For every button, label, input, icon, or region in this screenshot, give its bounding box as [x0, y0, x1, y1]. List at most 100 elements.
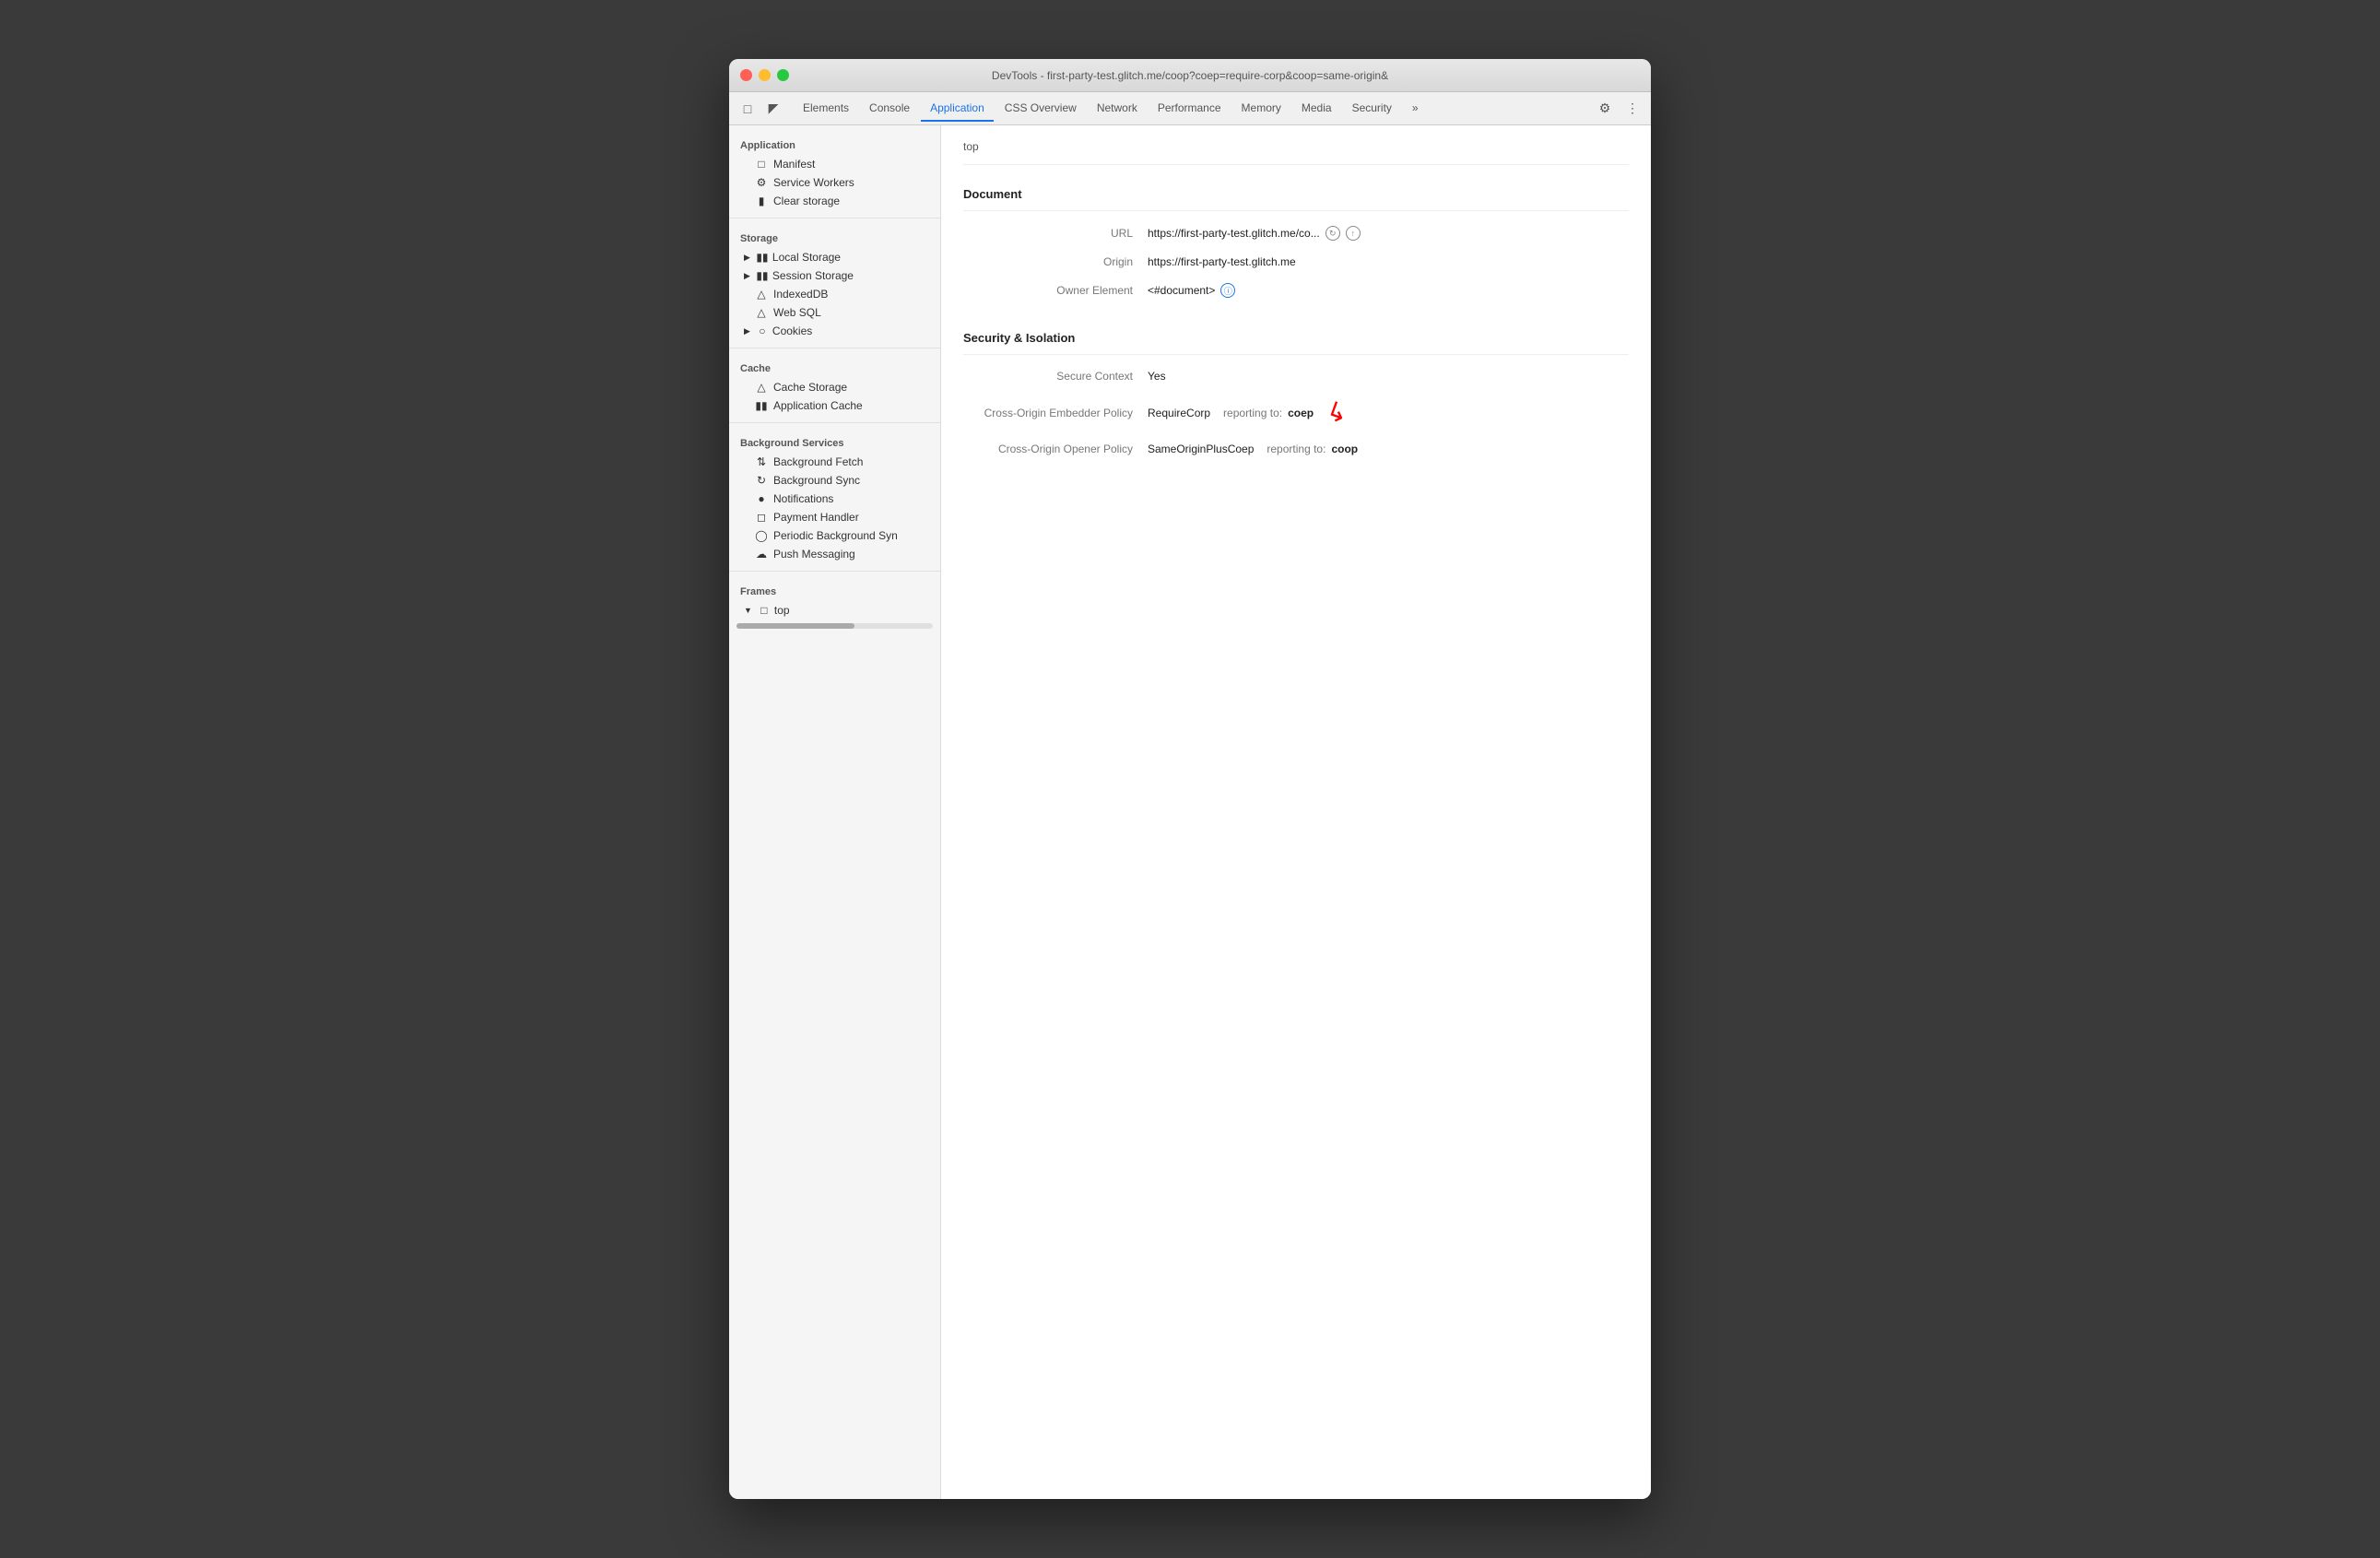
- sidebar-section-storage: Storage: [729, 226, 940, 248]
- sidebar-item-background-sync-label: Background Sync: [773, 474, 860, 487]
- sidebar-item-cache-storage-label: Cache Storage: [773, 381, 847, 394]
- secure-context-value: Yes: [1148, 370, 1166, 383]
- tab-css-overview[interactable]: CSS Overview: [996, 96, 1086, 122]
- origin-value: https://first-party-test.glitch.me: [1148, 255, 1296, 268]
- sidebar-item-manifest[interactable]: □ Manifest: [733, 155, 937, 173]
- sidebar-item-payment-handler[interactable]: ◻ Payment Handler: [733, 508, 937, 526]
- sidebar-item-application-cache-label: Application Cache: [773, 399, 863, 412]
- coop-value: SameOriginPlusCoep reporting to: coop: [1148, 443, 1358, 455]
- background-sync-icon: ↻: [755, 474, 768, 487]
- sidebar-item-application-cache[interactable]: ▮▮ Application Cache: [733, 396, 937, 415]
- sidebar-item-background-fetch-label: Background Fetch: [773, 455, 863, 468]
- device-icon[interactable]: ◤: [762, 98, 784, 120]
- coep-label: Cross-Origin Embedder Policy: [963, 407, 1148, 419]
- sidebar-item-session-storage[interactable]: ▶ ▮▮ Session Storage: [733, 266, 937, 285]
- session-storage-icon: ▮▮: [756, 269, 769, 282]
- sidebar-item-web-sql-label: Web SQL: [773, 306, 821, 319]
- sidebar-item-service-workers[interactable]: ⚙ Service Workers: [733, 173, 937, 192]
- cache-storage-icon: △: [755, 381, 768, 394]
- secure-context-label: Secure Context: [963, 370, 1148, 383]
- secure-context-row: Secure Context Yes: [963, 362, 1629, 390]
- sidebar-item-indexeddb-label: IndexedDB: [773, 288, 828, 301]
- url-navigate-icon[interactable]: ↑: [1346, 226, 1361, 241]
- owner-element-link[interactable]: <#document>: [1148, 284, 1215, 297]
- tab-application[interactable]: Application: [921, 96, 994, 122]
- sidebar-item-clear-storage-label: Clear storage: [773, 195, 840, 207]
- url-row: URL https://first-party-test.glitch.me/c…: [963, 218, 1629, 248]
- sidebar-scrollbar[interactable]: [736, 623, 933, 629]
- url-text: https://first-party-test.glitch.me/co...: [1148, 227, 1320, 240]
- sidebar-item-clear-storage[interactable]: ▮ Clear storage: [733, 192, 937, 210]
- toolbar-icons: □ ◤: [736, 98, 784, 120]
- sidebar-item-cache-storage[interactable]: △ Cache Storage: [733, 378, 937, 396]
- minimize-button[interactable]: [759, 69, 771, 81]
- sidebar-item-push-messaging[interactable]: ☁ Push Messaging: [733, 545, 937, 563]
- sidebar-section-cache: Cache: [729, 356, 940, 378]
- toolbar-right: ⚙ ⋮: [1594, 98, 1644, 120]
- document-section-header: Document: [963, 176, 1629, 211]
- application-cache-icon: ▮▮: [755, 399, 768, 412]
- notifications-icon: ●: [755, 492, 768, 505]
- owner-element-value: <#document> ⓘ: [1148, 283, 1235, 298]
- sidebar-item-manifest-label: Manifest: [773, 158, 815, 171]
- sidebar-item-service-workers-label: Service Workers: [773, 176, 854, 189]
- origin-row: Origin https://first-party-test.glitch.m…: [963, 248, 1629, 276]
- sidebar-item-notifications-label: Notifications: [773, 492, 833, 505]
- expand-local-storage-icon: ▶: [744, 253, 750, 263]
- tab-media[interactable]: Media: [1292, 96, 1341, 122]
- tab-performance[interactable]: Performance: [1149, 96, 1231, 122]
- coop-reporting-text: reporting to:: [1267, 443, 1325, 455]
- tab-network[interactable]: Network: [1088, 96, 1147, 122]
- push-messaging-icon: ☁: [755, 548, 768, 561]
- origin-label: Origin: [963, 255, 1148, 268]
- sidebar-item-cookies[interactable]: ▶ ○ Cookies: [733, 322, 937, 340]
- coop-endpoint-text: coop: [1331, 443, 1358, 455]
- manifest-icon: □: [755, 158, 768, 171]
- security-section-header: Security & Isolation: [963, 320, 1629, 355]
- sidebar: Application □ Manifest ⚙ Service Workers…: [729, 125, 941, 1499]
- sidebar-item-periodic-bg-sync-label: Periodic Background Syn: [773, 529, 898, 542]
- sidebar-item-local-storage[interactable]: ▶ ▮▮ Local Storage: [733, 248, 937, 266]
- clear-storage-icon: ▮: [755, 195, 768, 207]
- tab-security[interactable]: Security: [1343, 96, 1401, 122]
- tab-memory[interactable]: Memory: [1232, 96, 1290, 122]
- sidebar-item-background-sync[interactable]: ↻ Background Sync: [733, 471, 937, 490]
- close-button[interactable]: [740, 69, 752, 81]
- tab-console[interactable]: Console: [860, 96, 919, 122]
- sidebar-divider-3: [729, 422, 940, 423]
- coep-value: RequireCorp reporting to: coep ↲: [1148, 397, 1349, 428]
- sidebar-item-frames-top-label: top: [774, 604, 790, 617]
- sidebar-item-payment-handler-label: Payment Handler: [773, 511, 859, 524]
- maximize-button[interactable]: [777, 69, 789, 81]
- coep-reporting-text: reporting to:: [1223, 407, 1282, 419]
- inspect-icon[interactable]: □: [736, 98, 759, 120]
- owner-element-info-icon[interactable]: ⓘ: [1220, 283, 1235, 298]
- url-label: URL: [963, 227, 1148, 240]
- sidebar-item-background-fetch[interactable]: ⇅ Background Fetch: [733, 453, 937, 471]
- sidebar-divider-4: [729, 571, 940, 572]
- tab-elements[interactable]: Elements: [794, 96, 858, 122]
- expand-session-storage-icon: ▶: [744, 271, 750, 281]
- tab-more[interactable]: »: [1403, 96, 1428, 122]
- sidebar-item-frames-top[interactable]: ▼ □ top: [733, 601, 937, 620]
- settings-icon[interactable]: ⚙: [1594, 98, 1616, 120]
- coep-value-text: RequireCorp: [1148, 407, 1210, 419]
- red-arrow-annotation: ↲: [1322, 395, 1352, 431]
- url-value: https://first-party-test.glitch.me/co...…: [1148, 226, 1361, 241]
- coop-row: Cross-Origin Opener Policy SameOriginPlu…: [963, 435, 1629, 463]
- sidebar-item-session-storage-label: Session Storage: [772, 269, 854, 282]
- owner-element-row: Owner Element <#document> ⓘ: [963, 276, 1629, 305]
- url-copy-icon[interactable]: ↻: [1325, 226, 1340, 241]
- indexeddb-icon: △: [755, 288, 768, 301]
- sidebar-item-notifications[interactable]: ● Notifications: [733, 490, 937, 508]
- coep-row: Cross-Origin Embedder Policy RequireCorp…: [963, 390, 1629, 435]
- sidebar-item-periodic-bg-sync[interactable]: ◯ Periodic Background Syn: [733, 526, 937, 545]
- more-icon[interactable]: ⋮: [1621, 98, 1644, 120]
- periodic-bg-sync-icon: ◯: [755, 529, 768, 542]
- sidebar-item-indexeddb[interactable]: △ IndexedDB: [733, 285, 937, 303]
- sidebar-item-cookies-label: Cookies: [772, 325, 812, 337]
- expand-frames-icon: ▼: [744, 606, 752, 615]
- sidebar-item-local-storage-label: Local Storage: [772, 251, 841, 264]
- sidebar-item-web-sql[interactable]: △ Web SQL: [733, 303, 937, 322]
- coep-endpoint-text: coep: [1288, 407, 1314, 419]
